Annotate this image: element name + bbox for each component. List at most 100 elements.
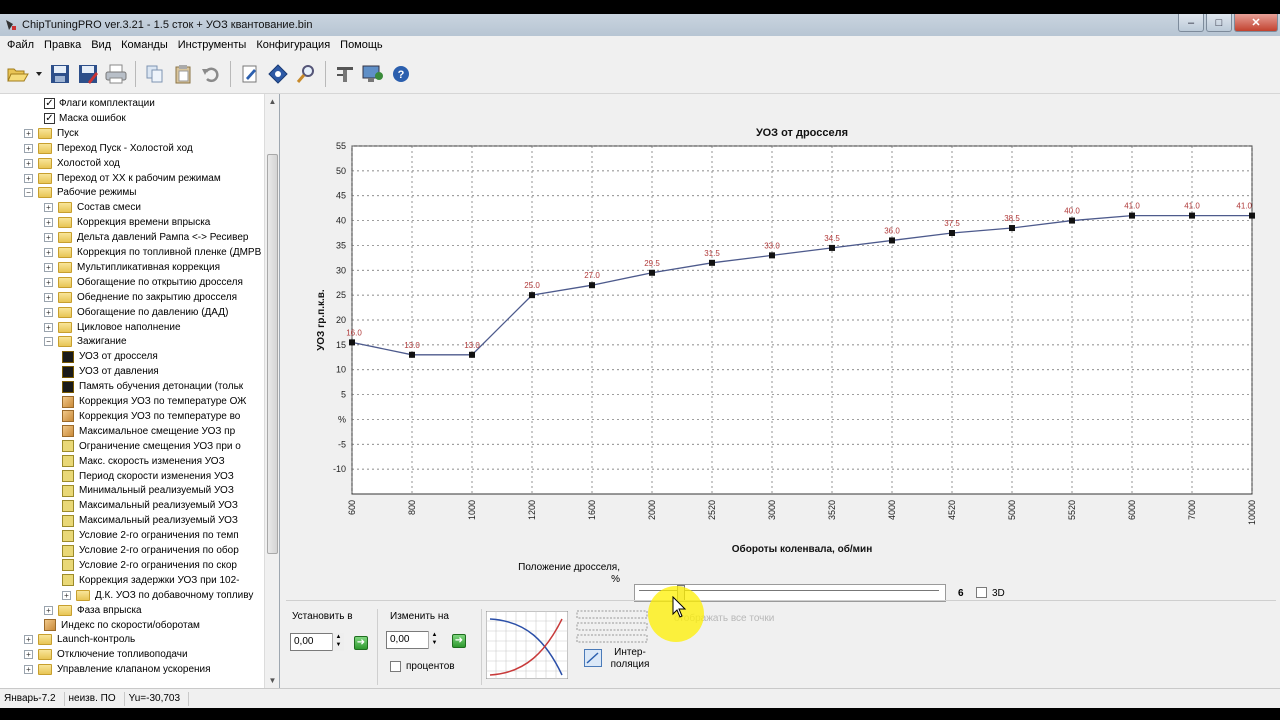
curve-preview-icon[interactable] <box>486 611 568 679</box>
expand-icon[interactable]: + <box>44 262 53 272</box>
menu-tools[interactable]: Инструменты <box>175 39 254 51</box>
expand-icon[interactable]: + <box>44 322 53 332</box>
tree-item[interactable]: ✓ Флаги комплектации <box>44 96 155 111</box>
tree-item[interactable]: + Обеднение по закрытию дросселя <box>44 290 237 305</box>
expand-icon[interactable]: + <box>24 128 33 138</box>
open-icon[interactable] <box>6 62 30 86</box>
tree-item[interactable]: + Обогащение по давлению (ДАД) <box>44 305 228 320</box>
tree-item[interactable]: Коррекция УОЗ по температуре во <box>62 409 240 424</box>
tree-item[interactable]: УОЗ от давления <box>62 364 159 379</box>
tree-scrollbar[interactable]: ▲ ▼ <box>264 94 279 688</box>
apply-set-button[interactable]: ➜ <box>354 636 368 650</box>
tree-item[interactable]: + Состав смеси <box>44 200 141 215</box>
monitor-icon[interactable] <box>361 62 385 86</box>
tree-item[interactable]: Коррекция задержки УОЗ при 102- <box>62 573 239 588</box>
set-spin-buttons[interactable]: ▲ ▼ <box>332 633 344 651</box>
menu-edit[interactable]: Правка <box>41 39 88 51</box>
expand-icon[interactable]: + <box>24 635 33 645</box>
tree-item[interactable]: + Управление клапаном ускорения <box>24 662 211 677</box>
scroll-up-icon[interactable]: ▲ <box>265 94 279 109</box>
tree-item[interactable]: + Дельта давлений Рампа <-> Ресивер <box>44 230 248 245</box>
expand-icon[interactable]: + <box>44 307 53 317</box>
collapse-icon[interactable]: − <box>44 337 53 347</box>
tree-item[interactable]: + Обогащение по открытию дросселя <box>44 275 243 290</box>
tree-item[interactable]: УОЗ от дросселя <box>62 349 158 364</box>
save-as-icon[interactable] <box>76 62 100 86</box>
menu-help[interactable]: Помощь <box>337 39 390 51</box>
paste-icon[interactable] <box>171 62 195 86</box>
menu-commands[interactable]: Команды <box>118 39 175 51</box>
tree-item[interactable]: Минимальный реализуемый УОЗ <box>62 483 234 498</box>
expand-icon[interactable]: + <box>62 590 71 600</box>
interpolation-icon[interactable] <box>584 649 602 667</box>
tree-item[interactable]: Макс. скорость изменения УОЗ <box>62 454 225 469</box>
open-dropdown-icon[interactable] <box>34 62 44 86</box>
edit-icon[interactable] <box>238 62 262 86</box>
curve-type-options[interactable] <box>576 609 650 645</box>
menu-configuration[interactable]: Конфигурация <box>253 39 337 51</box>
menu-view[interactable]: Вид <box>88 39 118 51</box>
tree-item[interactable]: − Рабочие режимы <box>24 185 136 200</box>
collapse-icon[interactable]: − <box>24 188 33 198</box>
tree-item[interactable]: + Пуск <box>24 126 78 141</box>
tree-item[interactable]: + Д.К. УОЗ по добавочному топливу <box>62 588 253 603</box>
expand-icon[interactable]: + <box>44 248 53 257</box>
close-button[interactable]: ✕ <box>1234 14 1278 32</box>
tree-item[interactable]: + Коррекция по топливной пленке (ДМРВ <box>44 245 261 260</box>
tree-item[interactable]: Период скорости изменения УОЗ <box>62 469 234 484</box>
expand-icon[interactable]: + <box>24 650 33 660</box>
tree-item[interactable]: Ограничение смещения УОЗ при о <box>62 439 241 454</box>
tree-item[interactable]: + Коррекция времени впрыска <box>44 215 210 230</box>
search-icon[interactable] <box>294 62 318 86</box>
expand-icon[interactable]: + <box>44 203 53 213</box>
copy-icon[interactable] <box>143 62 167 86</box>
tree-item[interactable]: Максимальное смещение УОЗ пр <box>62 424 235 439</box>
tree-item[interactable]: Максимальный реализуемый УОЗ <box>62 513 238 528</box>
tree-item[interactable]: + Переход Пуск - Холостой ход <box>24 141 193 156</box>
tree-item[interactable]: Коррекция УОЗ по температуре ОЖ <box>62 394 246 409</box>
tree-item[interactable]: + Отключение топливоподачи <box>24 647 188 662</box>
expand-icon[interactable]: + <box>24 665 33 675</box>
undo-icon[interactable] <box>199 62 223 86</box>
tree-item[interactable]: + Фаза впрыска <box>44 603 142 618</box>
tree-item[interactable]: + Цикловое наполнение <box>44 320 181 335</box>
menu-file[interactable]: Файл <box>4 39 41 51</box>
tree-item[interactable]: Память обучения детонации (тольк <box>62 379 243 394</box>
expand-icon[interactable]: + <box>24 173 33 183</box>
tree-item[interactable]: Условие 2-го ограничения по скор <box>62 558 237 573</box>
tree-item[interactable]: + Холостой ход <box>24 156 120 171</box>
change-spin-buttons[interactable]: ▲ ▼ <box>428 631 440 649</box>
tree-item[interactable]: + Launch-контроль <box>24 632 135 647</box>
expand-icon[interactable]: + <box>44 233 53 243</box>
expand-icon[interactable]: + <box>44 292 53 302</box>
scroll-down-icon[interactable]: ▼ <box>265 673 279 688</box>
scrollbar-thumb[interactable] <box>267 154 278 554</box>
tools-icon[interactable] <box>333 62 357 86</box>
tree-item[interactable]: − Зажигание <box>44 334 127 349</box>
help-icon[interactable]: ? <box>389 62 413 86</box>
expand-icon[interactable]: + <box>44 277 53 287</box>
interpolation-label-2[interactable]: поляция <box>608 659 652 670</box>
tree-item[interactable]: ✓ Маска ошибок <box>44 111 126 126</box>
tree-item[interactable]: Условие 2-го ограничения по темп <box>62 528 239 543</box>
interpolation-label-1[interactable]: Интер- <box>608 647 652 658</box>
tree-item[interactable]: + Мультипликативная коррекция <box>44 260 220 275</box>
expand-icon[interactable]: + <box>44 218 53 228</box>
save-icon[interactable] <box>48 62 72 86</box>
checkbox-3d[interactable] <box>976 587 987 598</box>
percent-checkbox[interactable] <box>390 661 401 672</box>
apply-change-button[interactable]: ➜ <box>452 634 466 648</box>
tree-item[interactable]: Условие 2-го ограничения по обор <box>62 543 239 558</box>
expand-icon[interactable]: + <box>24 143 33 153</box>
ignition-chart[interactable]: 555045403530252015105%-5-10600 800 1000 120… <box>282 94 1280 574</box>
diamond-icon[interactable] <box>266 62 290 86</box>
tree-item[interactable]: + Переход от ХХ к рабочим режимам <box>24 171 221 186</box>
print-icon[interactable] <box>104 62 128 86</box>
expand-icon[interactable]: + <box>24 158 33 168</box>
expand-icon[interactable]: + <box>44 605 53 615</box>
tree-item[interactable]: Индекс по скорости/оборотам <box>44 618 200 633</box>
tree-item[interactable]: Максимальный реализуемый УОЗ <box>62 498 238 513</box>
maximize-button[interactable]: □ <box>1206 14 1232 32</box>
parameter-tree[interactable]: ✓ Флаги комплектации ✓ Маска ошибок + Пуск + Пе… <box>0 94 280 688</box>
minimize-button[interactable]: – <box>1178 14 1204 32</box>
